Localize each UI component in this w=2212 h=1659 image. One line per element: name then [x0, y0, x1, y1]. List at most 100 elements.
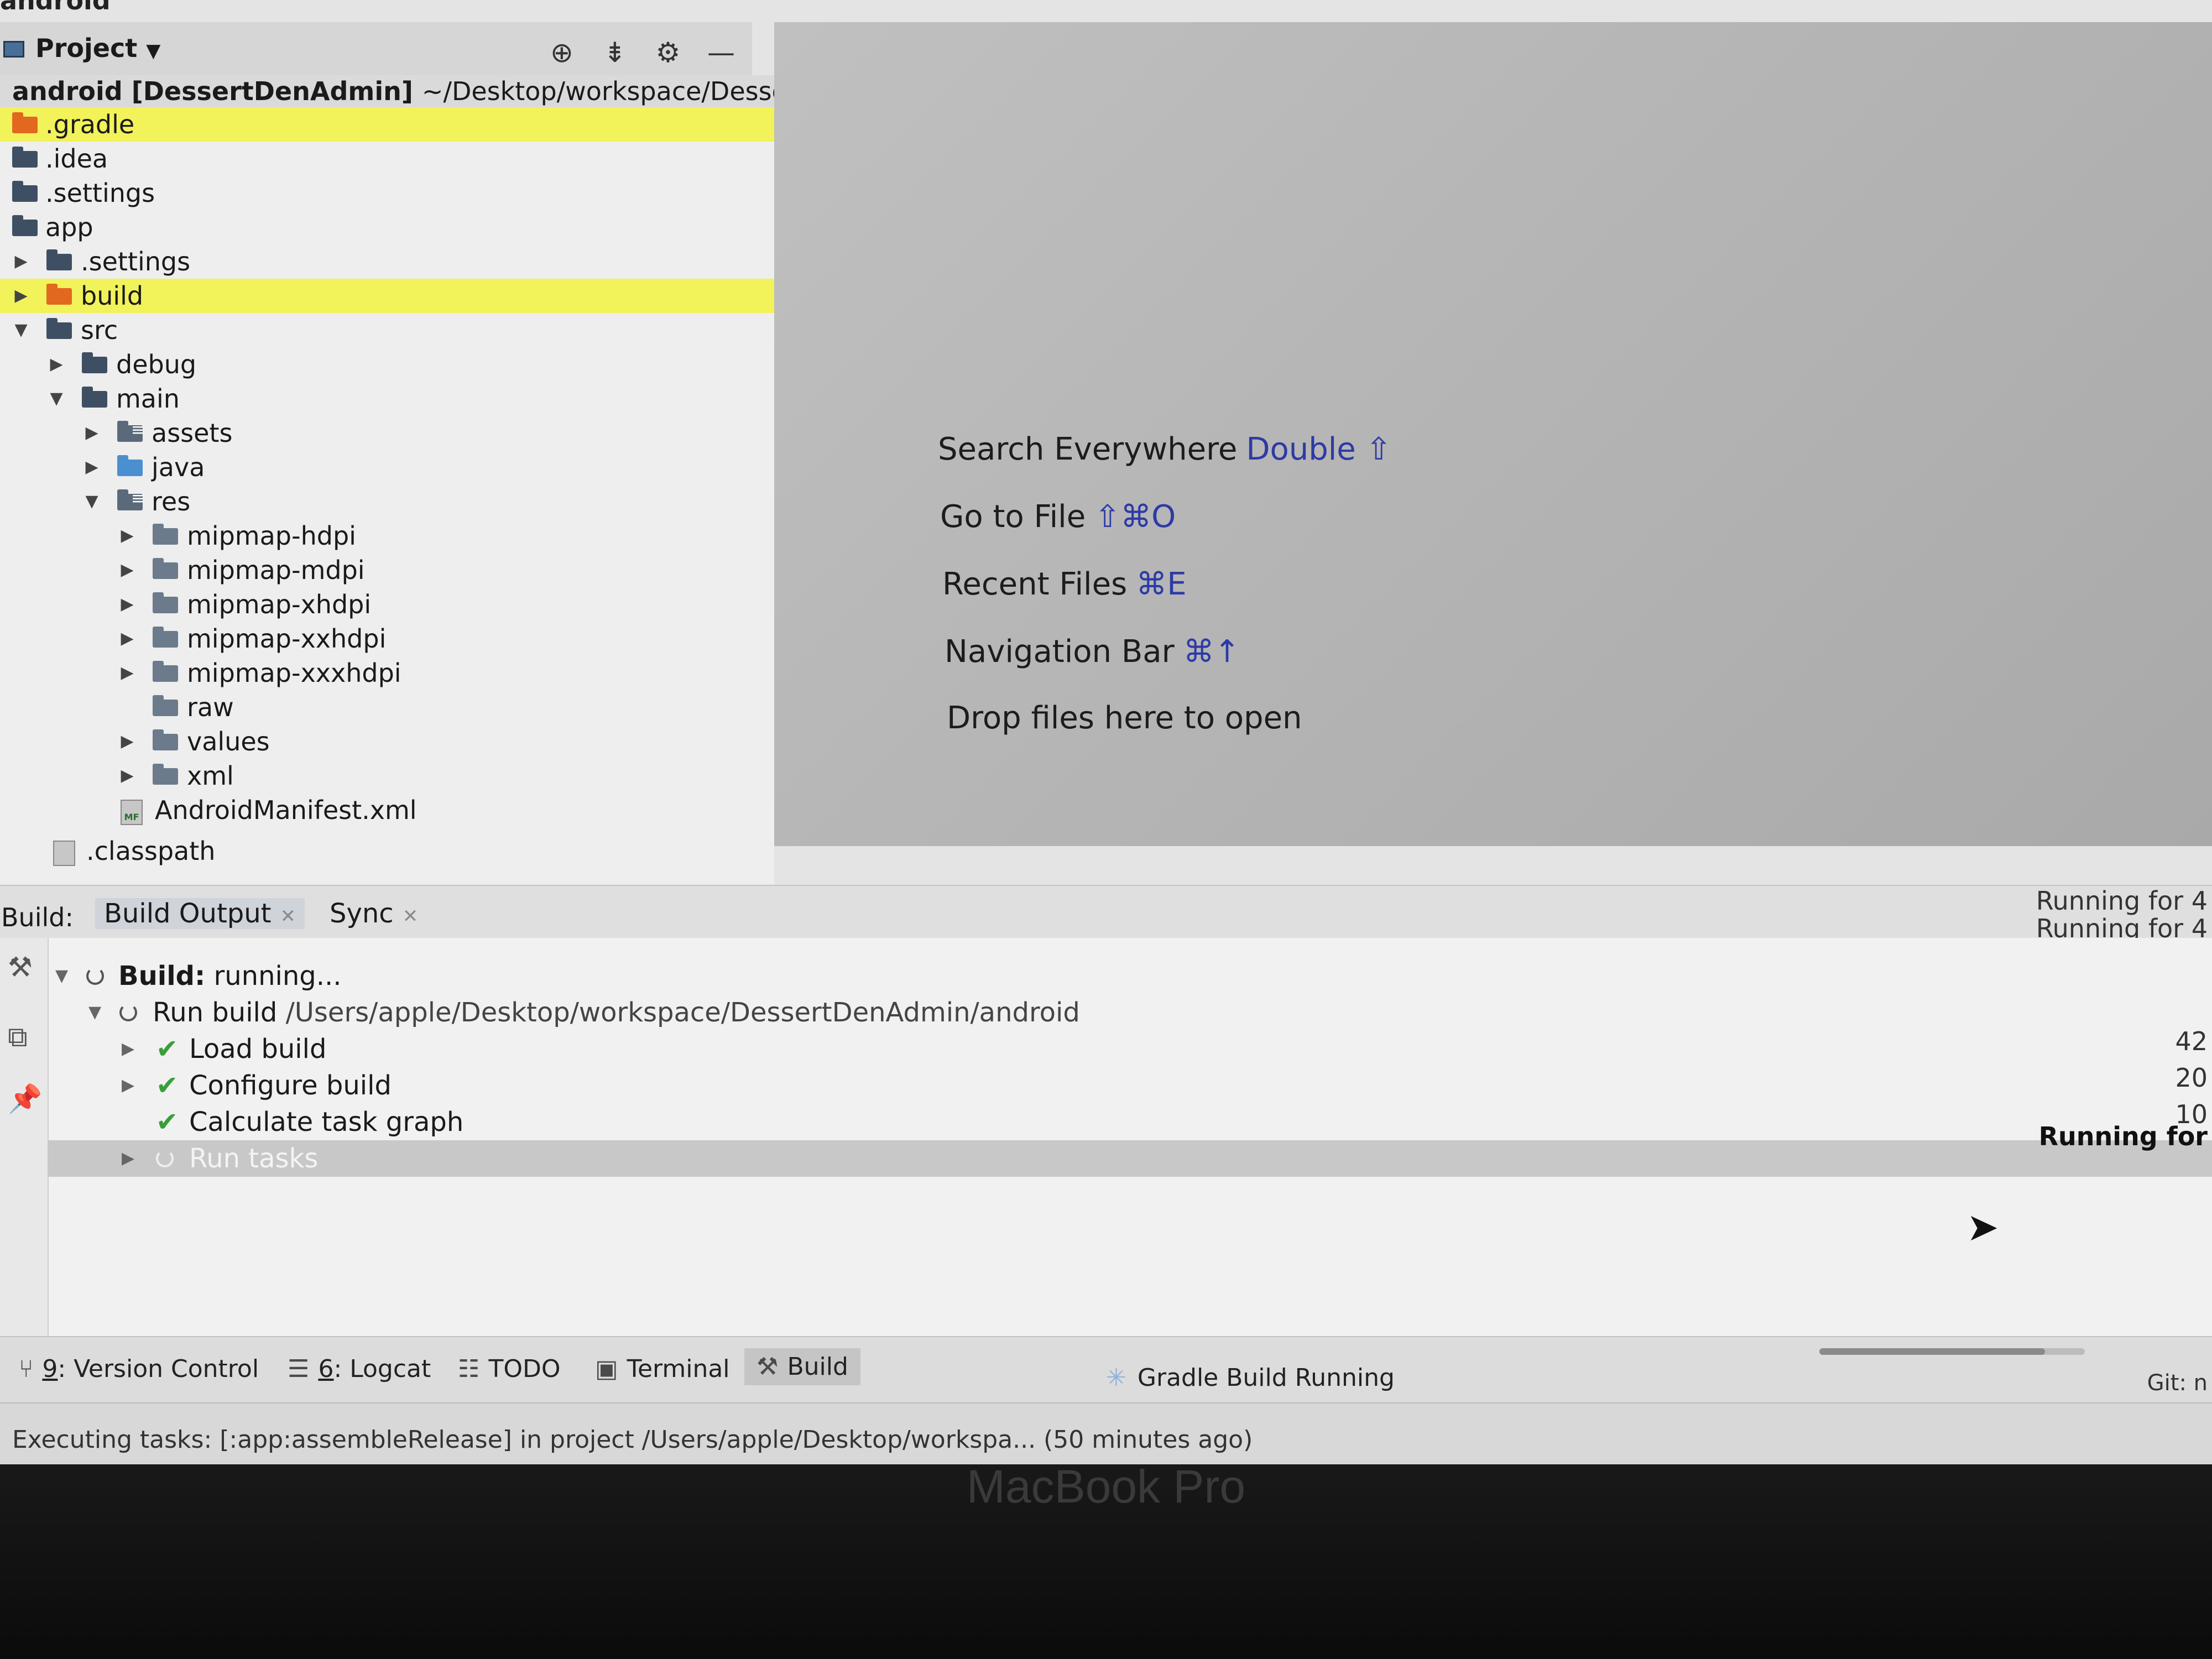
tree-item-xml[interactable]: ▶ xml [0, 759, 774, 793]
tree-root-path: ~/Desktop/workspace/DessertDenAdmin/andr… [421, 76, 774, 106]
tree-item-label: mipmap-xxxhdpi [187, 658, 401, 688]
tree-item-src[interactable]: ▼ src [0, 313, 774, 347]
tree-item-mipmap-hdpi[interactable]: ▶ mipmap-hdpi [0, 519, 774, 553]
build-button[interactable]: ⚒ Build [744, 1348, 860, 1385]
expand-arrow-icon[interactable]: ▶ [45, 347, 67, 382]
tree-item-app-settings[interactable]: ▶ .settings [0, 244, 774, 279]
tree-item-label: raw [187, 692, 234, 722]
expand-arrow-icon[interactable]: ▶ [116, 519, 138, 553]
folder-icon [46, 249, 72, 270]
tree-item-mipmap-mdpi[interactable]: ▶ mipmap-mdpi [0, 553, 774, 587]
expand-arrow-icon[interactable]: ▶ [116, 622, 138, 656]
expand-arrow-icon[interactable]: ▶ [116, 656, 138, 690]
tree-item-debug[interactable]: ▶ debug [0, 347, 774, 382]
terminal-button[interactable]: ▣ Terminal [595, 1355, 730, 1383]
collapse-arrow-icon[interactable]: ▼ [10, 313, 32, 347]
version-control-button[interactable]: ⑂ 9: Version Control [19, 1355, 259, 1383]
gear-icon[interactable]: ⚙ [654, 36, 682, 69]
tree-root-name: android [DessertDenAdmin] [12, 76, 413, 106]
tree-item-values[interactable]: ▶ values [0, 724, 774, 759]
close-icon[interactable]: ✕ [280, 905, 296, 927]
tool-label: TODO [488, 1355, 561, 1383]
expand-arrow-icon[interactable]: ▶ [81, 450, 103, 484]
tree-item-label: build [81, 281, 144, 311]
folder-icon [12, 181, 38, 202]
tree-item-main[interactable]: ▼ main [0, 382, 774, 416]
collapse-arrow-icon[interactable]: ▼ [88, 994, 101, 1031]
tree-item-classpath[interactable]: .classpath [0, 834, 774, 868]
tree-item-idea[interactable]: .idea [0, 142, 774, 176]
tree-root[interactable]: android [DessertDenAdmin] ~/Desktop/work… [0, 75, 774, 107]
expand-arrow-icon[interactable]: ▶ [122, 1067, 134, 1104]
expand-arrow-icon[interactable]: ▶ [10, 279, 32, 313]
expand-arrow-icon[interactable]: ▶ [81, 416, 103, 450]
build-row-calculate-task-graph[interactable]: ✔ Calculate task graph 10 [48, 1099, 2212, 1140]
build-row-run-build[interactable]: ▼ Run build /Users/apple/Desktop/workspa… [48, 994, 2212, 1031]
tree-item-java[interactable]: ▶ java [0, 450, 774, 484]
expand-arrow-icon[interactable]: ▶ [116, 759, 138, 793]
tab-build-output[interactable]: Build Output ✕ [95, 898, 305, 929]
tree-item-res[interactable]: ▼ res [0, 484, 774, 519]
todo-button[interactable]: ☷ TODO [458, 1355, 560, 1383]
expand-arrow-icon[interactable]: ▶ [122, 1140, 134, 1177]
gradle-status[interactable]: ✳ Gradle Build Running [1106, 1364, 1395, 1392]
build-row-configure-build[interactable]: ▶ ✔ Configure build 20 [48, 1063, 2212, 1104]
tool-number: 6 [318, 1355, 334, 1383]
tree-item-label: res [152, 487, 191, 517]
hide-icon[interactable]: — [707, 36, 735, 69]
tree-item-app[interactable]: app [0, 210, 774, 244]
folder-icon [46, 318, 72, 339]
hint-shortcut: ⇧⌘O [1094, 499, 1176, 535]
tab-sync[interactable]: Sync ✕ [321, 898, 427, 929]
project-view-label: Project [35, 33, 138, 63]
tree-item-label: .settings [45, 178, 155, 208]
tree-item-label: mipmap-xhdpi [187, 589, 372, 619]
build-row-text: Run tasks [189, 1143, 319, 1174]
project-view-dropdown[interactable]: Project ▼ [35, 33, 160, 63]
collapse-arrow-icon[interactable]: ▼ [81, 484, 103, 519]
tree-item-gradle[interactable]: .gradle [0, 107, 774, 142]
spinner-icon [86, 967, 104, 985]
expand-arrow-icon[interactable]: ▶ [116, 587, 138, 622]
chevron-down-icon: ▼ [146, 40, 161, 62]
tree-item-android-manifest[interactable]: MF AndroidManifest.xml [0, 793, 774, 827]
close-icon[interactable]: ✕ [403, 905, 419, 927]
tree-item-mipmap-xxxhdpi[interactable]: ▶ mipmap-xxxhdpi [0, 656, 774, 690]
restore-layout-icon[interactable]: ⧉ [8, 1021, 28, 1053]
collapse-all-icon[interactable]: ⇟ [601, 36, 629, 69]
pin-icon[interactable]: 📌 [8, 1083, 42, 1115]
folder-icon [153, 661, 178, 682]
tree-item-mipmap-xxhdpi[interactable]: ▶ mipmap-xxhdpi [0, 622, 774, 656]
tree-item-build[interactable]: ▶ build [0, 279, 774, 313]
hint-shortcut: ⌘↑ [1183, 634, 1240, 670]
module-folder-icon [12, 215, 38, 236]
collapse-arrow-icon[interactable]: ▼ [45, 382, 67, 416]
expand-arrow-icon[interactable]: ▶ [122, 1031, 134, 1067]
tree-item-mipmap-xhdpi[interactable]: ▶ mipmap-xhdpi [0, 587, 774, 622]
build-row-run-tasks[interactable]: ▶ Run tasks Running for [48, 1121, 2212, 1177]
status-message: Executing tasks: [:app:assembleRelease] … [12, 1426, 1253, 1454]
tree-item-assets[interactable]: ▶ assets [0, 416, 774, 450]
tree-item-label: .classpath [86, 836, 216, 866]
build-row-root[interactable]: ▼ Build: running... [48, 958, 2212, 994]
logcat-button[interactable]: ☰ 6: Logcat [288, 1355, 431, 1383]
collapse-arrow-icon[interactable]: ▼ [55, 958, 68, 994]
tree-item-settings[interactable]: .settings [0, 176, 774, 210]
build-progress-bar [1819, 1348, 2085, 1355]
folder-icon [153, 729, 178, 750]
build-row-path: /Users/apple/Desktop/workspace/DessertDe… [285, 997, 1080, 1028]
tree-item-label: xml [187, 761, 234, 791]
git-branch-widget[interactable]: Git: n [2147, 1370, 2208, 1396]
tree-item-label: mipmap-xxhdpi [187, 624, 387, 654]
hint-shortcut: ⌘E [1136, 566, 1187, 602]
hammer-icon[interactable]: ⚒ [8, 951, 33, 983]
tree-item-raw[interactable]: raw [0, 690, 774, 724]
tree-item-label: values [187, 727, 270, 757]
build-row-load-build[interactable]: ▶ ✔ Load build 42 [48, 1026, 2212, 1067]
build-window-header: Build: Build Output ✕ Sync ✕ Running for 4… [0, 885, 2212, 943]
expand-arrow-icon[interactable]: ▶ [116, 724, 138, 759]
expand-arrow-icon[interactable]: ▶ [10, 244, 32, 279]
hint-drop-files: Drop files here to open [947, 700, 1302, 736]
locate-icon[interactable]: ⊕ [547, 36, 576, 69]
expand-arrow-icon[interactable]: ▶ [116, 553, 138, 587]
